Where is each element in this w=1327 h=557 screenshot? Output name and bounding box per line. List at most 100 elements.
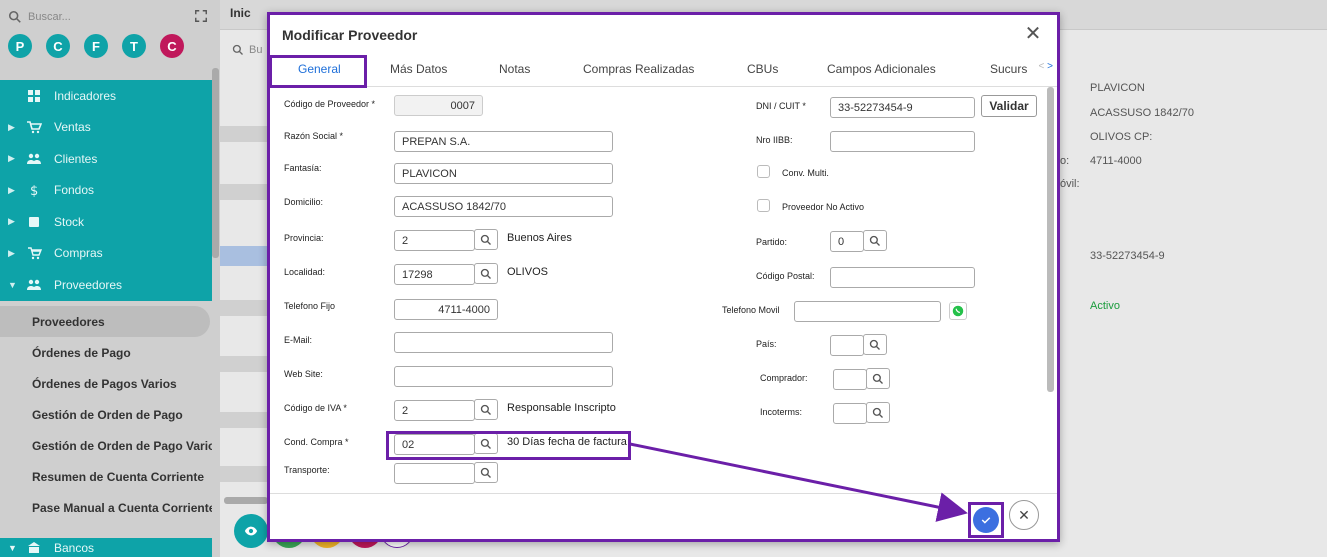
codigo-iva-search-button[interactable] bbox=[474, 399, 498, 420]
telefono-fijo-field[interactable]: 4711-4000 bbox=[394, 299, 498, 320]
incoterms-field[interactable] bbox=[833, 403, 867, 424]
tab-scroll-arrows[interactable]: < > bbox=[1034, 61, 1053, 72]
codigo-iva-label: Código de IVA * bbox=[284, 403, 347, 413]
sidebar-item-label: Ventas bbox=[54, 120, 91, 135]
partido-search-button[interactable] bbox=[863, 230, 887, 251]
domicilio-label: Domicilio: bbox=[284, 197, 324, 207]
partido-field[interactable]: 0 bbox=[830, 231, 864, 252]
incoterms-label: Incoterms: bbox=[760, 407, 803, 417]
sidebar-item-compras[interactable]: ▶ Compras bbox=[0, 238, 212, 270]
telefono-movil-label: Telefono Movil bbox=[722, 305, 780, 315]
sidebar-item-fondos[interactable]: ▶ $ Fondos bbox=[0, 175, 212, 207]
whatsapp-button[interactable] bbox=[949, 302, 967, 320]
codigo-iva-field[interactable]: 2 bbox=[394, 400, 475, 421]
domicilio-field[interactable]: ACASSUSO 1842/70 bbox=[394, 196, 613, 217]
web-site-field[interactable] bbox=[394, 366, 613, 387]
sidebar-item-clientes[interactable]: ▶ Clientes bbox=[0, 143, 212, 175]
cancel-button[interactable]: ✕ bbox=[1009, 500, 1039, 530]
codigo-iva-description: Responsable Inscripto bbox=[507, 402, 616, 414]
codigo-postal-field[interactable] bbox=[830, 267, 975, 288]
conv-multi-checkbox[interactable] bbox=[757, 165, 770, 178]
background-search[interactable]: Bu bbox=[232, 44, 262, 56]
table-row bbox=[220, 300, 270, 316]
provincia-field[interactable]: 2 bbox=[394, 230, 475, 251]
submenu-ordenes-pagos-varios[interactable]: Órdenes de Pagos Varios bbox=[0, 368, 212, 399]
sidebar-item-proveedores[interactable]: ▼ Proveedores bbox=[0, 269, 212, 301]
sidebar-search[interactable]: Buscar... bbox=[8, 6, 212, 28]
sidebar-item-stock[interactable]: ▶ Stock bbox=[0, 206, 212, 238]
caret-right-icon: ▶ bbox=[8, 153, 15, 164]
people-icon bbox=[27, 153, 41, 164]
submenu-ordenes-pago[interactable]: Órdenes de Pago bbox=[0, 337, 212, 368]
razon-social-field[interactable]: PREPAN S.A. bbox=[394, 131, 613, 152]
pais-search-button[interactable] bbox=[863, 334, 887, 355]
modify-supplier-dialog: Modificar Proveedor ✕ General Más Datos … bbox=[267, 12, 1060, 542]
quick-access-c2[interactable]: C bbox=[160, 34, 184, 58]
search-icon bbox=[872, 407, 883, 418]
detail-localidad: OLIVOS CP: bbox=[1090, 131, 1153, 143]
tab-notas[interactable]: Notas bbox=[499, 62, 530, 76]
table-row bbox=[220, 412, 270, 428]
search-icon bbox=[8, 10, 21, 23]
table-row bbox=[220, 246, 270, 266]
detail-label-fragment: óvil: bbox=[1060, 178, 1080, 190]
quick-access-p[interactable]: P bbox=[8, 34, 32, 58]
tab-mas-datos[interactable]: Más Datos bbox=[390, 62, 447, 76]
grid-icon bbox=[28, 89, 40, 102]
transporte-search-button[interactable] bbox=[474, 462, 498, 483]
fullscreen-icon[interactable] bbox=[194, 9, 208, 23]
confirm-button[interactable] bbox=[968, 502, 1004, 538]
tab-general-highlight bbox=[269, 55, 367, 88]
iibb-field[interactable] bbox=[830, 131, 975, 152]
partido-label: Partido: bbox=[756, 237, 788, 247]
transporte-field[interactable] bbox=[394, 463, 475, 484]
validar-button[interactable]: Validar bbox=[981, 95, 1037, 117]
people-icon bbox=[27, 279, 41, 290]
pais-field[interactable] bbox=[830, 335, 864, 356]
sidebar: Buscar... P C F T C Indicadores ▶ Ventas… bbox=[0, 0, 220, 557]
provincia-search-button[interactable] bbox=[474, 229, 498, 250]
quick-access-f[interactable]: F bbox=[84, 34, 108, 58]
submenu-proveedores[interactable]: Proveedores bbox=[0, 306, 210, 337]
incoterms-search-button[interactable] bbox=[866, 402, 890, 423]
tab-cbus[interactable]: CBUs bbox=[747, 62, 778, 76]
sidebar-scrollbar[interactable] bbox=[212, 68, 219, 258]
localidad-label: Localidad: bbox=[284, 267, 326, 277]
comprador-label: Comprador: bbox=[760, 373, 808, 383]
eye-icon bbox=[244, 526, 258, 536]
background-tab-inicio[interactable]: Inic bbox=[230, 6, 251, 20]
sidebar-item-bancos[interactable]: ▼ Bancos bbox=[0, 538, 212, 557]
background-horizontal-scrollbar[interactable] bbox=[224, 497, 268, 504]
submenu-resumen-cuenta-corriente[interactable]: Resumen de Cuenta Corriente bbox=[0, 461, 212, 492]
localidad-search-button[interactable] bbox=[474, 263, 498, 284]
submenu-gestion-orden-pago[interactable]: Gestión de Orden de Pago bbox=[0, 399, 212, 430]
submenu-gestion-orden-pago-varios[interactable]: Gestión de Orden de Pago Varios bbox=[0, 430, 212, 461]
dni-cuit-field[interactable]: 33-52273454-9 bbox=[830, 97, 975, 118]
sidebar-item-indicadores[interactable]: Indicadores bbox=[0, 80, 212, 112]
proveedor-no-activo-checkbox[interactable] bbox=[757, 199, 770, 212]
svg-text:$: $ bbox=[30, 184, 38, 197]
background-search-placeholder: Bu bbox=[249, 44, 263, 56]
comprador-field[interactable] bbox=[833, 369, 867, 390]
submenu-pase-manual[interactable]: Pase Manual a Cuenta Corriente bbox=[0, 492, 212, 523]
close-icon[interactable]: ✕ bbox=[1023, 23, 1043, 45]
detail-fantasia: PLAVICON bbox=[1090, 82, 1145, 94]
tab-campos-adicionales[interactable]: Campos Adicionales bbox=[827, 62, 936, 76]
tab-compras-realizadas[interactable]: Compras Realizadas bbox=[583, 62, 694, 76]
codigo-field: 0007 bbox=[394, 95, 483, 116]
comprador-search-button[interactable] bbox=[866, 368, 890, 389]
view-fab[interactable] bbox=[234, 514, 268, 548]
sidebar-item-label: Stock bbox=[54, 214, 85, 229]
fantasia-field[interactable]: PLAVICON bbox=[394, 163, 613, 184]
tab-sucursales[interactable]: Sucurs bbox=[990, 62, 1027, 76]
sidebar-item-ventas[interactable]: ▶ Ventas bbox=[0, 112, 212, 144]
dollar-icon: $ bbox=[30, 184, 38, 197]
quick-access-c[interactable]: C bbox=[46, 34, 70, 58]
quick-access-t[interactable]: T bbox=[122, 34, 146, 58]
razon-social-label: Razón Social * bbox=[284, 131, 344, 141]
sidebar-submenu: Proveedores Órdenes de Pago Órdenes de P… bbox=[0, 306, 212, 523]
email-field[interactable] bbox=[394, 332, 613, 353]
localidad-field[interactable]: 17298 bbox=[394, 264, 475, 285]
dialog-scrollbar[interactable] bbox=[1047, 87, 1054, 392]
telefono-movil-field[interactable] bbox=[794, 301, 941, 322]
